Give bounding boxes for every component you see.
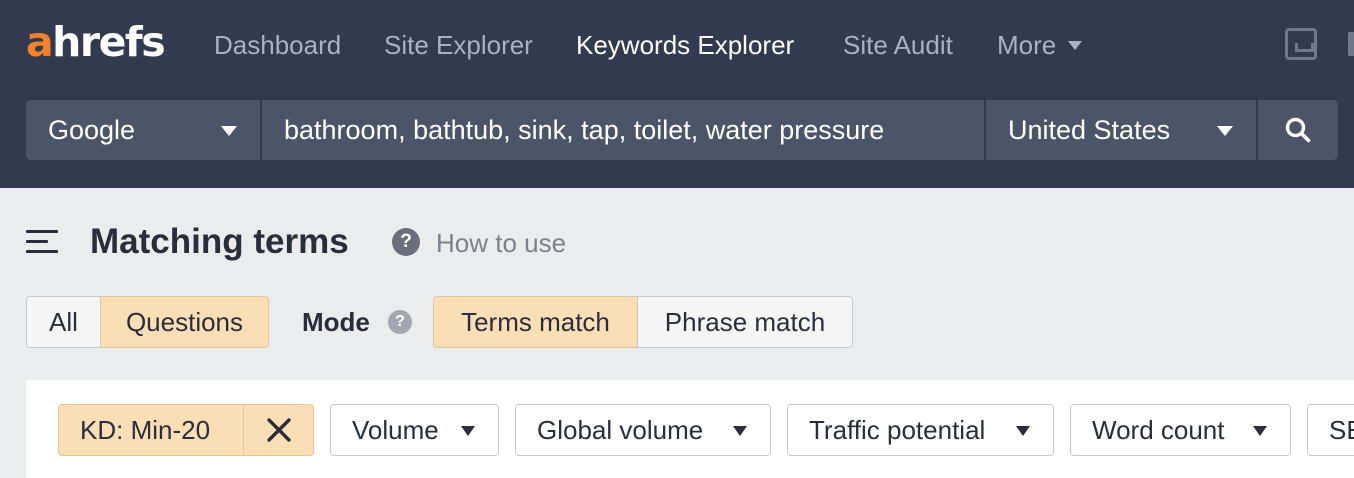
ahrefs-logo[interactable]: ahrefs	[26, 20, 166, 64]
close-icon	[267, 418, 291, 442]
top-navigation-bar: ahrefs Dashboard Site Explorer Keywords …	[0, 0, 1354, 188]
global-volume-filter-label: Global volume	[537, 415, 704, 445]
page-title: Matching terms	[90, 222, 349, 261]
keywords-input-value: bathroom, bathtub, sink, tap, toilet, wa…	[284, 115, 885, 145]
chevron-down-icon	[1016, 426, 1030, 436]
nav-site-audit[interactable]: Site Audit	[843, 28, 953, 62]
kd-filter-label: KD: Min-20	[80, 415, 211, 445]
scope-questions-toggle[interactable]: Questions	[100, 296, 269, 348]
sidebar-toggle-menu-icon[interactable]	[26, 230, 58, 254]
word-count-filter-dropdown[interactable]: Word count	[1070, 404, 1291, 456]
serp-features-filter-dropdown[interactable]: SE	[1307, 404, 1354, 456]
how-to-use-link[interactable]: How to use	[436, 226, 566, 260]
keywords-input[interactable]: bathroom, bathtub, sink, tap, toilet, wa…	[262, 100, 984, 160]
nav-more-label: More	[997, 30, 1057, 60]
nav-site-explorer[interactable]: Site Explorer	[384, 28, 533, 62]
search-engine-select[interactable]: Google	[26, 100, 260, 160]
country-value: United States	[1008, 115, 1171, 145]
volume-filter-dropdown[interactable]: Volume	[330, 404, 499, 456]
help-icon[interactable]: ?	[392, 228, 420, 256]
country-select[interactable]: United States	[986, 100, 1256, 160]
chevron-down-icon	[1068, 41, 1083, 51]
word-count-filter-label: Word count	[1092, 415, 1225, 445]
chevron-down-icon	[1217, 126, 1233, 136]
traffic-potential-filter-label: Traffic potential	[809, 415, 986, 445]
search-engine-value: Google	[48, 115, 136, 145]
kd-filter-chip[interactable]: KD: Min-20	[58, 404, 314, 456]
mode-label: Mode	[302, 307, 370, 337]
scope-all-toggle[interactable]: All	[26, 296, 101, 348]
chevron-down-icon	[1253, 426, 1267, 436]
chevron-down-icon	[461, 426, 475, 436]
clear-kd-filter-button[interactable]	[244, 405, 314, 455]
search-icon	[1285, 117, 1311, 143]
chevron-down-icon	[733, 426, 747, 436]
phrase-match-toggle[interactable]: Phrase match	[637, 296, 853, 348]
serp-features-filter-label: SE	[1329, 415, 1354, 445]
global-volume-filter-dropdown[interactable]: Global volume	[515, 404, 771, 456]
search-button[interactable]	[1258, 100, 1338, 160]
terms-match-toggle[interactable]: Terms match	[433, 296, 638, 348]
volume-filter-label: Volume	[352, 415, 439, 445]
nav-dashboard[interactable]: Dashboard	[214, 28, 341, 62]
mode-help-icon[interactable]: ?	[388, 310, 412, 334]
clipped-nav-icon[interactable]	[1348, 32, 1354, 56]
nav-keywords-explorer[interactable]: Keywords Explorer	[576, 28, 794, 62]
traffic-potential-filter-dropdown[interactable]: Traffic potential	[787, 404, 1054, 456]
inbox-icon[interactable]	[1285, 28, 1317, 60]
chevron-down-icon	[221, 126, 237, 136]
nav-more-menu[interactable]: More	[997, 28, 1083, 62]
